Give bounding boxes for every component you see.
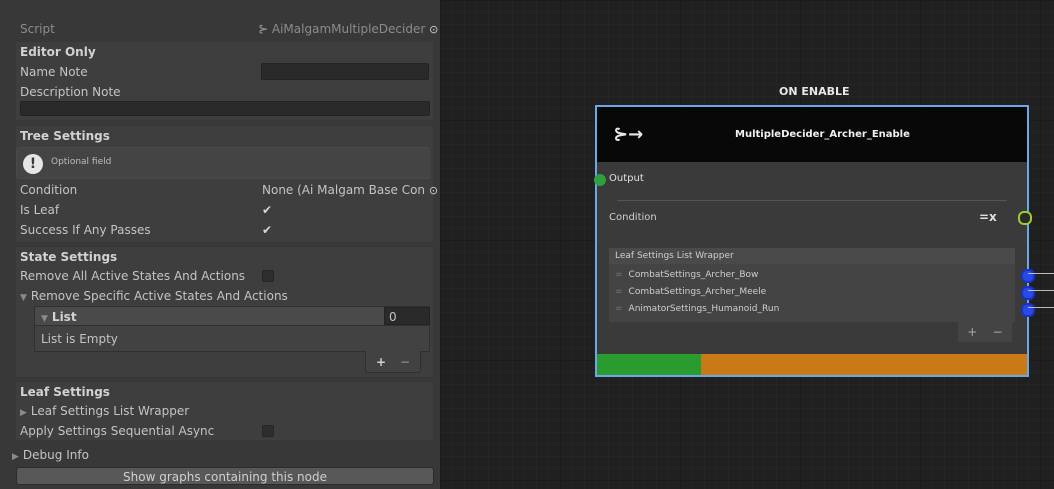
inspector-panel: Script ⊱ AiMalgamMultipleDecider ⊙ Edito… xyxy=(0,0,440,489)
remove-item-button[interactable]: − xyxy=(400,351,410,373)
add-item-button[interactable]: + xyxy=(967,325,977,339)
drag-handle-icon[interactable]: = xyxy=(615,287,623,297)
foldout-closed-icon: ▶ xyxy=(20,408,27,418)
list-footer: + − xyxy=(365,351,421,373)
is-leaf-label: Is Leaf xyxy=(20,203,60,217)
script-value: AiMalgamMultipleDecider xyxy=(271,22,426,36)
graph-canvas[interactable]: ON ENABLE ⊱→ MultipleDecider_Archer_Enab… xyxy=(440,0,1054,489)
info-text: Optional field xyxy=(51,157,112,167)
leaf-wrapper-label: Leaf Settings List Wrapper xyxy=(30,404,190,418)
name-note-field[interactable] xyxy=(261,63,429,80)
tree-settings-header: Tree Settings xyxy=(20,129,110,143)
split-arrow-icon: ⊱→ xyxy=(613,124,644,145)
list-item[interactable]: = AnimatorSettings_Humanoid_Run xyxy=(615,301,779,318)
apply-async-checkbox[interactable] xyxy=(262,425,274,437)
description-note-field[interactable] xyxy=(20,101,430,116)
state-settings-header: State Settings xyxy=(20,250,118,264)
divider xyxy=(617,200,1007,201)
remove-all-label: Remove All Active States And Actions xyxy=(20,269,246,283)
list-label: List xyxy=(51,310,77,324)
condition-field[interactable]: None (Ai Malgam Base Con ⊙ xyxy=(262,180,438,201)
list-item-label: CombatSettings_Archer_Meele xyxy=(628,287,767,297)
condition-toggle-icon[interactable]: =x xyxy=(979,210,997,224)
success-status-bar xyxy=(597,354,701,375)
item-port[interactable] xyxy=(1021,269,1035,283)
list-foldout[interactable]: ▼ List xyxy=(34,306,430,326)
wrapper-list-footer: + − xyxy=(958,322,1012,342)
condition-label: Condition xyxy=(20,183,78,197)
script-label: Script xyxy=(20,22,55,36)
drag-handle-icon[interactable]: = xyxy=(615,270,623,280)
object-picker-icon[interactable]: ⊙ xyxy=(429,184,438,197)
leaf-settings-header: Leaf Settings xyxy=(20,385,110,399)
remove-specific-foldout[interactable]: ▼ Remove Specific Active States And Actio… xyxy=(20,286,288,308)
remove-specific-label: Remove Specific Active States And Action… xyxy=(30,289,288,303)
list-item-label: CombatSettings_Archer_Bow xyxy=(628,270,759,280)
name-note-label: Name Note xyxy=(20,65,88,79)
object-picker-icon[interactable]: ⊙ xyxy=(429,23,438,36)
foldout-open-icon: ▼ xyxy=(41,314,48,324)
node-header[interactable]: ⊱→ MultipleDecider_Archer_Enable xyxy=(597,107,1027,162)
group-title: ON ENABLE xyxy=(779,85,850,98)
remove-item-button[interactable]: − xyxy=(993,325,1003,339)
leaf-wrapper-foldout[interactable]: ▶ Leaf Settings List Wrapper xyxy=(20,401,189,423)
description-note-label: Description Note xyxy=(20,85,121,99)
decider-node[interactable]: ⊱→ MultipleDecider_Archer_Enable Output … xyxy=(594,105,1035,377)
remove-all-checkbox[interactable] xyxy=(262,270,274,282)
running-status-bar xyxy=(701,354,1027,375)
connection-wire xyxy=(1028,273,1054,274)
list-empty-text: List is Empty xyxy=(41,332,118,346)
list-body: List is Empty xyxy=(34,326,430,352)
condition-port-label: Condition xyxy=(609,212,657,223)
success-any-checkbox[interactable]: ✔ xyxy=(262,220,272,240)
list-item-label: AnimatorSettings_Humanoid_Run xyxy=(628,304,780,314)
list-size-field[interactable]: 0 xyxy=(384,307,430,325)
drag-handle-icon[interactable]: = xyxy=(615,304,623,314)
info-icon: ! xyxy=(23,154,43,174)
list-item[interactable]: = CombatSettings_Archer_Bow xyxy=(615,267,758,284)
script-field[interactable]: ⊱ AiMalgamMultipleDecider ⊙ xyxy=(258,19,438,40)
apply-async-label: Apply Settings Sequential Async xyxy=(20,424,215,438)
list-item[interactable]: = CombatSettings_Archer_Meele xyxy=(615,284,766,301)
connection-wire xyxy=(1028,290,1054,291)
script-icon: ⊱ xyxy=(258,22,269,36)
debug-info-label: Debug Info xyxy=(22,448,89,462)
node-title: MultipleDecider_Archer_Enable xyxy=(735,129,910,140)
show-graphs-button[interactable]: Show graphs containing this node xyxy=(16,467,434,485)
add-item-button[interactable]: + xyxy=(376,351,386,373)
foldout-open-icon: ▼ xyxy=(20,293,27,303)
debug-info-foldout[interactable]: ▶ Debug Info xyxy=(12,445,89,467)
foldout-closed-icon: ▶ xyxy=(12,452,19,462)
wrapper-list: = CombatSettings_Archer_Bow = CombatSettin… xyxy=(609,264,1015,322)
condition-port[interactable] xyxy=(1018,211,1032,225)
success-any-label: Success If Any Passes xyxy=(20,223,151,237)
output-port[interactable] xyxy=(594,174,606,186)
script-row: Script ⊱ AiMalgamMultipleDecider ⊙ xyxy=(0,19,440,39)
item-port[interactable] xyxy=(1021,286,1035,300)
condition-value: None (Ai Malgam Base Con xyxy=(262,183,426,197)
info-box: ! Optional field xyxy=(16,147,430,179)
output-label: Output xyxy=(609,173,644,184)
editor-only-header: Editor Only xyxy=(20,45,96,59)
item-port[interactable] xyxy=(1021,303,1035,317)
is-leaf-checkbox[interactable]: ✔ xyxy=(262,200,272,220)
wrapper-list-header[interactable]: Leaf Settings List Wrapper xyxy=(609,248,1015,264)
connection-wire xyxy=(1028,307,1054,308)
